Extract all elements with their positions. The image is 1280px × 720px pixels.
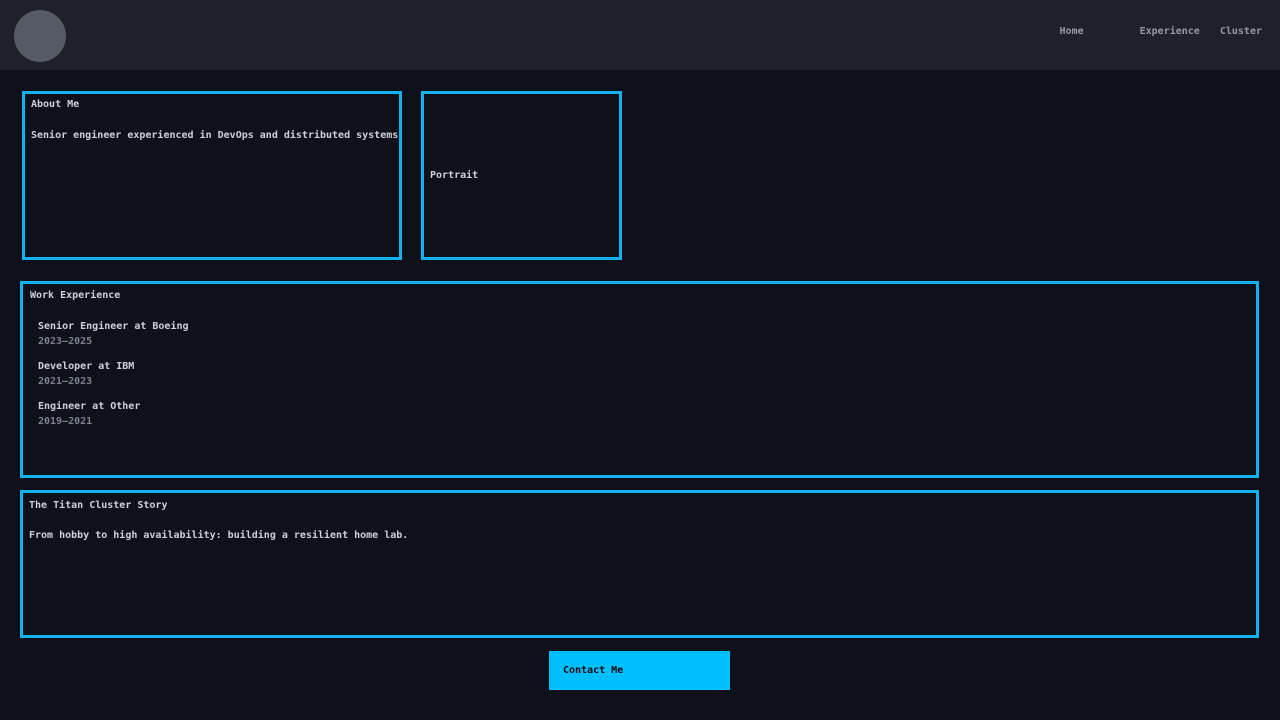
main-content: About Me Senior engineer experienced in … [0,70,1280,690]
job-role: Engineer at Other [38,399,1248,414]
cluster-story-title: The Titan Cluster Story [29,499,1248,513]
about-title: About Me [31,98,399,112]
avatar[interactable] [14,10,66,62]
experience-section: Work Experience Senior Engineer at Boein… [20,281,1259,478]
nav-link-cluster[interactable]: Cluster [1220,26,1262,37]
job-role: Developer at IBM [38,359,1248,374]
nav-links: Home Experience Cluster [1060,26,1262,37]
nav-link-experience[interactable]: Experience [1140,26,1200,37]
job-years: 2019–2021 [38,414,1248,429]
about-body: Senior engineer experienced in DevOps an… [31,129,399,143]
nav-link-home[interactable]: Home [1060,26,1084,37]
experience-title: Work Experience [30,289,1248,303]
job-years: 2023–2025 [38,334,1248,349]
about-section: About Me Senior engineer experienced in … [22,91,402,260]
job-role: Senior Engineer at Boeing [38,319,1248,334]
cluster-story-section: The Titan Cluster Story From hobby to hi… [20,490,1259,638]
portrait-placeholder-label: Portrait [430,169,478,183]
job-entry: Developer at IBM 2021–2023 [38,359,1248,389]
contact-button[interactable]: Contact Me [549,651,730,690]
portrait-box: Portrait [421,91,622,260]
cluster-story-body: From hobby to high availability: buildin… [29,529,1248,543]
navbar: Home Experience Cluster [0,0,1280,70]
job-entry: Engineer at Other 2019–2021 [38,399,1248,429]
job-entry: Senior Engineer at Boeing 2023–2025 [38,319,1248,349]
top-row: About Me Senior engineer experienced in … [22,91,1259,260]
job-years: 2021–2023 [38,374,1248,389]
job-list: Senior Engineer at Boeing 2023–2025 Deve… [38,319,1248,429]
